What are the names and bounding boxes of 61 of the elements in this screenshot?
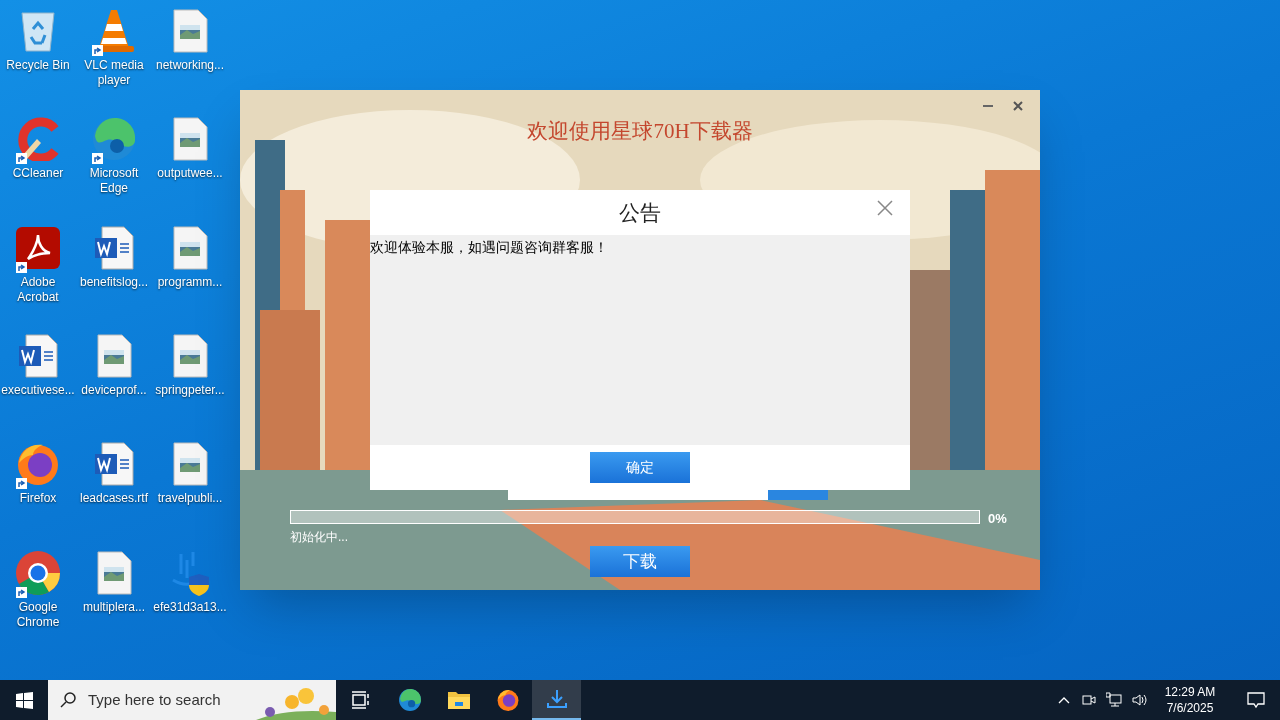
speaker-icon bbox=[1132, 692, 1148, 708]
close-button[interactable] bbox=[876, 199, 894, 217]
download-button[interactable]: 下载 bbox=[590, 546, 690, 577]
desktop-icon-label[interactable]: Recycle Bin bbox=[0, 58, 76, 73]
desktop-icon-label[interactable]: springpeter... bbox=[152, 383, 228, 398]
windows-logo-icon bbox=[15, 691, 33, 709]
download-icon bbox=[545, 688, 568, 710]
taskbar-app-button[interactable] bbox=[532, 680, 581, 720]
browser-swirl-icon bbox=[397, 688, 422, 712]
close-icon bbox=[1013, 101, 1023, 111]
camera-icon bbox=[1082, 692, 1096, 708]
clock-date: 7/6/2025 bbox=[1166, 700, 1214, 716]
image-file-icon bbox=[96, 334, 132, 378]
desktop-icon-label[interactable]: Firefox bbox=[0, 491, 76, 507]
image-file-icon bbox=[172, 9, 208, 53]
search-placeholder: Type here to search bbox=[88, 689, 221, 710]
minimize-icon bbox=[983, 105, 993, 107]
desktop-icon-label[interactable]: VLC media player bbox=[76, 58, 152, 88]
pdf-app-icon bbox=[15, 225, 61, 270]
search-box[interactable]: Type here to search bbox=[48, 680, 336, 720]
desktop-icon-label[interactable]: Microsoft Edge bbox=[76, 166, 152, 197]
browser-swirl-icon bbox=[91, 116, 137, 163]
word-document-icon bbox=[18, 334, 58, 378]
word-document-icon bbox=[94, 442, 134, 487]
ok-button[interactable]: 确定 bbox=[590, 452, 690, 483]
browser-ball-icon bbox=[14, 548, 62, 597]
desktop-icon-label[interactable]: programm... bbox=[152, 274, 228, 290]
desktop-icon-label[interactable]: Adobe Acrobat bbox=[0, 274, 76, 305]
desktop-icon-label[interactable]: multiplera... bbox=[76, 599, 152, 615]
network-icon bbox=[1106, 692, 1122, 708]
fox-globe-icon bbox=[495, 688, 520, 712]
status-text: 初始化中... bbox=[290, 529, 348, 546]
image-file-icon bbox=[96, 550, 132, 595]
search-icon bbox=[60, 692, 76, 708]
progress-reading: 0% bbox=[988, 510, 1007, 528]
letter-c-brush-icon bbox=[15, 117, 61, 162]
image-file-icon bbox=[172, 334, 208, 378]
desktop-icon-label[interactable]: outputwee... bbox=[152, 166, 228, 182]
window-title: 欢迎使用星球70H下载器 bbox=[526, 118, 754, 145]
clock-time: 12:29 AM bbox=[1164, 684, 1216, 700]
desktop-icon-label[interactable]: Google Chrome bbox=[0, 599, 76, 630]
image-file-icon bbox=[172, 117, 208, 162]
chevron-up-icon bbox=[1058, 696, 1070, 704]
folder-icon bbox=[446, 690, 471, 710]
task-view-icon bbox=[350, 691, 371, 709]
desktop-icon-label[interactable]: deviceprof... bbox=[76, 383, 152, 398]
dialog-title: 公告 bbox=[619, 199, 661, 226]
notification-icon bbox=[1247, 691, 1265, 709]
word-document-icon bbox=[94, 225, 134, 270]
recycle-bin-icon bbox=[18, 9, 58, 53]
image-file-icon bbox=[172, 442, 208, 487]
desktop-icon-label[interactable]: networking... bbox=[152, 58, 228, 73]
desktop-icon-label[interactable]: benefitslog... bbox=[76, 274, 152, 290]
desktop-icon-label[interactable]: leadcases.rtf bbox=[76, 491, 152, 507]
close-icon bbox=[876, 199, 894, 217]
desktop-icon-label[interactable]: executivese... bbox=[0, 383, 76, 398]
desktop-icon-label[interactable]: efe31d3a13... bbox=[152, 599, 228, 615]
desktop-icon-label[interactable]: CCleaner bbox=[0, 166, 76, 182]
desktop-icon-label[interactable]: travelpubli... bbox=[152, 491, 228, 507]
image-file-icon bbox=[172, 225, 208, 270]
dialog-message: 欢迎体验本服，如遇问题咨询群客服！ bbox=[370, 239, 608, 255]
